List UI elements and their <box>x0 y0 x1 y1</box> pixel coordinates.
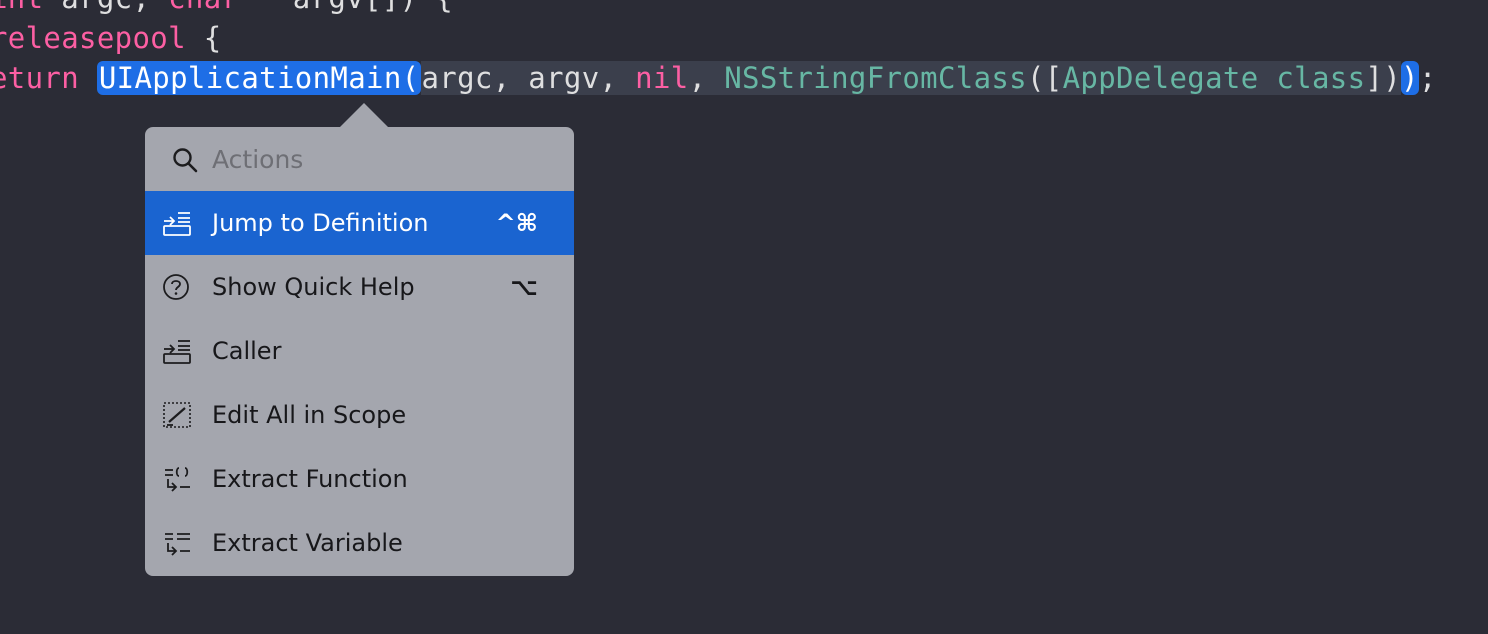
menu-item-shortcut: ⌥ <box>510 273 538 301</box>
menu-item-edit-all-in-scope[interactable]: Edit All in Scope <box>145 383 574 447</box>
code-text: * argv[]) { <box>239 0 453 15</box>
menu-item-shortcut: ^⌘ <box>495 209 538 237</box>
code-line-3[interactable]: eturn UIApplicationMain(argc, argv, nil,… <box>0 58 1437 98</box>
code-line-2[interactable]: releasepool { <box>0 18 222 58</box>
keyword-return: eturn <box>0 61 80 95</box>
menu-item-label: Edit All in Scope <box>212 401 407 429</box>
selected-closing-paren[interactable]: ) <box>1401 61 1419 95</box>
menu-item-label: Show Quick Help <box>212 273 415 301</box>
menu-item-label: Extract Function <box>212 465 408 493</box>
keyword-char: char <box>168 0 239 15</box>
edit-scope-icon <box>163 402 191 428</box>
actions-popover: Jump to Definition ^⌘ Show Quick Help ⌥ … <box>145 127 574 576</box>
keyword-autoreleasepool: releasepool <box>0 21 186 55</box>
selected-range: argc, argv, nil, NSStringFromClass([AppD… <box>421 61 1402 95</box>
menu-item-extract-function[interactable]: Extract Function <box>145 447 574 511</box>
code-text: argc, <box>43 0 168 15</box>
search-icon <box>173 148 198 173</box>
code-text: argc, argv, <box>421 61 636 95</box>
code-text: ]) <box>1365 61 1402 95</box>
extract-function-icon <box>165 467 190 492</box>
code-line-1[interactable]: int argc, char * argv[]) { <box>0 0 453 18</box>
code-text: { <box>185 21 222 55</box>
actions-search-row[interactable] <box>145 127 574 191</box>
menu-item-show-quick-help[interactable]: Show Quick Help ⌥ <box>145 255 574 319</box>
jump-to-definition-icon <box>163 212 191 236</box>
code-text: ; <box>1418 61 1437 95</box>
menu-item-label: Extract Variable <box>212 529 403 557</box>
code-text: ([ <box>1027 61 1063 95</box>
actions-search-input[interactable] <box>212 139 542 179</box>
method-class: class <box>1276 61 1366 95</box>
keyword-int: int <box>0 0 43 15</box>
popover-arrow <box>340 103 388 127</box>
selected-function-name[interactable]: UIApplicationMain( <box>96 61 422 95</box>
extract-variable-icon <box>165 533 190 556</box>
menu-item-caller[interactable]: Caller <box>145 319 574 383</box>
code-text: , <box>688 61 725 95</box>
keyword-nil: nil <box>635 61 689 95</box>
caller-icon <box>163 340 191 364</box>
menu-item-jump-to-definition[interactable]: Jump to Definition ^⌘ <box>145 191 574 255</box>
class-appdelegate: AppDelegate <box>1062 61 1259 95</box>
function-nsstringfromclass: NSStringFromClass <box>724 61 1027 95</box>
menu-item-extract-variable[interactable]: Extract Variable <box>145 511 574 575</box>
menu-item-label: Jump to Definition <box>212 209 429 237</box>
menu-item-label: Caller <box>212 337 282 365</box>
question-circle-icon <box>163 274 189 300</box>
